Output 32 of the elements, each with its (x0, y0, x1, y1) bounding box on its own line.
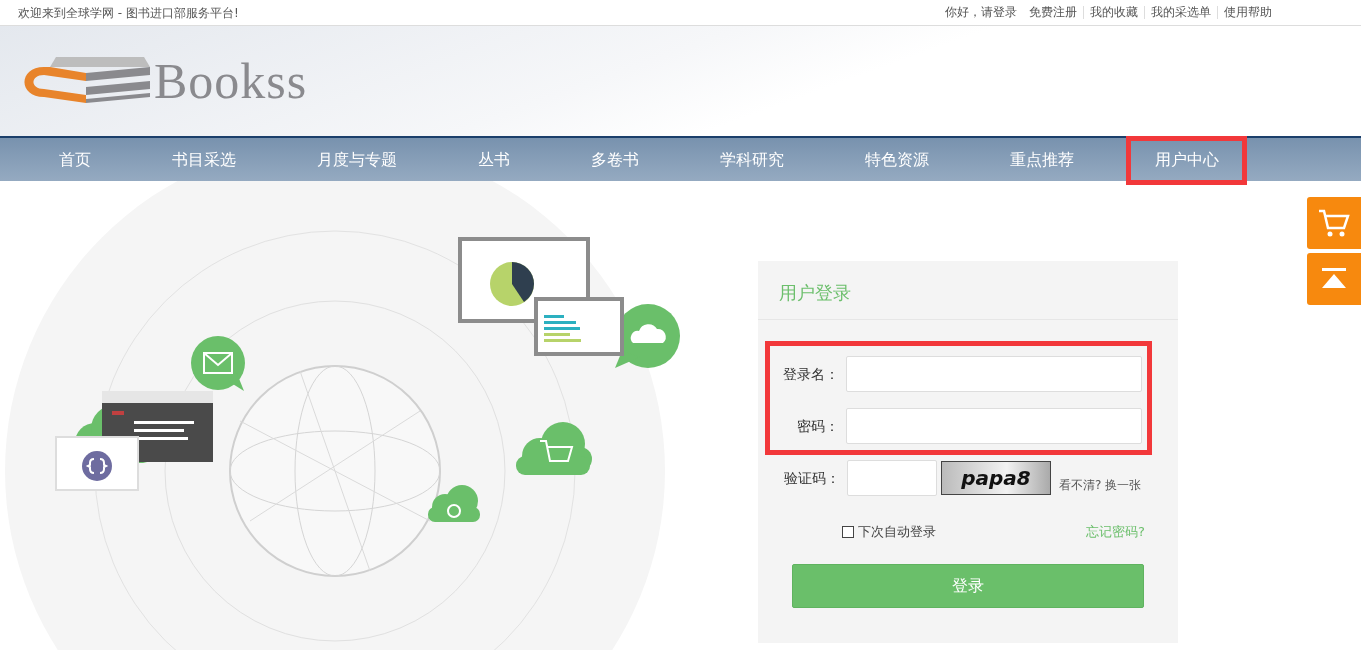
nav-item[interactable]: 特色资源 (824, 138, 969, 181)
input-field[interactable] (846, 408, 1142, 444)
captcha-field[interactable] (847, 460, 937, 496)
cart-icon (1318, 208, 1350, 238)
remember-checkbox[interactable]: 下次自动登录 (842, 522, 936, 542)
nav-item[interactable]: 首页 (18, 138, 131, 181)
nav-item[interactable]: 丛书 (437, 138, 550, 181)
nav-item[interactable]: 书目采选 (131, 138, 276, 181)
top-link[interactable]: 我的收藏 (1083, 6, 1144, 19)
back-to-top-button[interactable] (1307, 253, 1361, 305)
captcha-image: papa8 (941, 461, 1051, 495)
nav-item[interactable]: 月度与专题 (276, 138, 437, 181)
nav-item[interactable]: 学科研究 (679, 138, 824, 181)
login-link[interactable]: 你好，请登录 (939, 6, 1023, 19)
field-label: 密码： (796, 416, 840, 436)
top-link[interactable]: 免费注册 (1023, 6, 1083, 19)
refresh-link[interactable]: 换一张 (1105, 476, 1142, 494)
nav-item[interactable]: 多卷书 (550, 138, 679, 181)
panel-title: 用户登录 (758, 261, 1178, 320)
top-link[interactable]: 使用帮助 (1217, 6, 1278, 19)
top-link[interactable]: 我的采选单 (1144, 6, 1217, 19)
nav-item[interactable]: 重点推荐 (969, 138, 1114, 181)
welcome-text: 欢迎来到全球学网 - 图书进口部服务平台! (18, 4, 239, 22)
login-button[interactable]: 登录 (792, 563, 1144, 608)
logo-text: Bookss (154, 56, 308, 106)
field-label: 验证码： (783, 468, 840, 488)
captcha-hint: 看不清? (1059, 477, 1102, 494)
forgot-password-link[interactable]: 忘记密码? (1086, 522, 1145, 542)
cart-button[interactable] (1307, 197, 1361, 249)
field-label: 登录名： (782, 364, 840, 384)
back-to-top-icon (1321, 268, 1347, 290)
input-field[interactable] (846, 356, 1142, 392)
